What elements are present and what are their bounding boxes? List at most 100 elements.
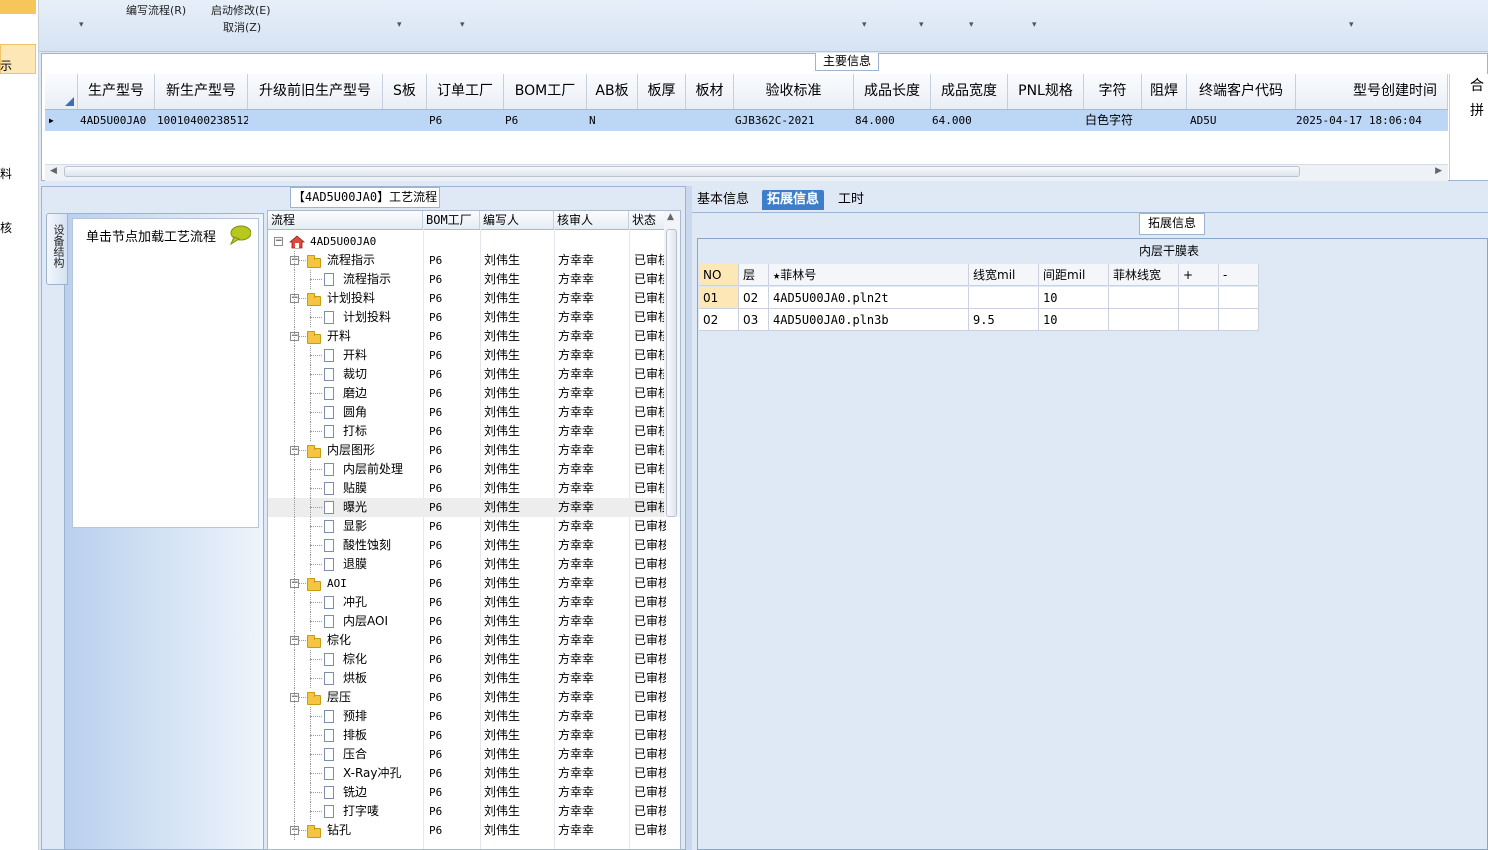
col-header[interactable]: 订单工厂 [427, 74, 504, 109]
tree-node-label[interactable]: 预排 [343, 707, 423, 726]
tree-folder-row[interactable]: −层压P6刘伟生方幸幸已审核 [268, 688, 666, 707]
material-cell[interactable] [688, 110, 734, 131]
chat-bubble-icon[interactable] [229, 225, 251, 245]
tree-folder-row[interactable]: −棕化P6刘伟生方幸幸已审核 [268, 631, 666, 650]
col-header[interactable]: 新生产型号 [155, 74, 248, 109]
tree-node-label[interactable]: 裁切 [343, 365, 423, 384]
tree-leaf-row[interactable]: 棕化 P6 刘伟生 方幸幸 已审核 [268, 650, 666, 669]
table-cell[interactable]: 4AD5U00JA0.pln2t [769, 287, 969, 309]
scroll-left-icon[interactable]: ◀ [50, 166, 57, 176]
col-header[interactable]: PNL规格 [1008, 74, 1084, 109]
table-cell[interactable]: 01 [699, 287, 739, 309]
tree-leaf-row[interactable]: 烘板 P6 刘伟生 方幸幸 已审核 [268, 669, 666, 688]
col-header[interactable]: 升级前旧生产型号 [248, 74, 383, 109]
col-header[interactable]: 板厚 [638, 74, 686, 109]
order-factory-cell[interactable]: P6 [429, 110, 504, 131]
tree-leaf-row[interactable]: 退膜 P6 刘伟生 方幸幸 已审核 [268, 555, 666, 574]
tree-leaf-row[interactable]: 曝光 P6 刘伟生 方幸幸 已审核 [268, 498, 666, 517]
tree-leaf-row[interactable]: 内层AOI P6 刘伟生 方幸幸 已审核 [268, 612, 666, 631]
table-cell[interactable] [1219, 287, 1259, 309]
bom-factory-cell[interactable]: P6 [505, 110, 587, 131]
tree-node-label[interactable]: 显影 [343, 517, 423, 536]
col-header[interactable]: 阻焊 [1142, 74, 1187, 109]
old-model-cell[interactable] [250, 110, 383, 131]
tree-node-label[interactable]: 酸性蚀刻 [343, 536, 423, 555]
tree-leaf-row[interactable]: 内层前处理 P6 刘伟生 方幸幸 已审核 [268, 460, 666, 479]
tree-leaf-row[interactable]: 显影 P6 刘伟生 方幸幸 已审核 [268, 517, 666, 536]
tree-leaf-row[interactable]: 冲孔 P6 刘伟生 方幸幸 已审核 [268, 593, 666, 612]
tree-leaf-row[interactable]: 打字唛 P6 刘伟生 方幸幸 已审核 [268, 802, 666, 821]
nav-item-label-3[interactable]: 核 [0, 219, 36, 236]
table-header-cell[interactable]: 层 [739, 264, 769, 286]
tree-node-label[interactable]: 压合 [343, 745, 423, 764]
col-header[interactable]: S板 [383, 74, 427, 109]
device-structure-tab[interactable]: 设备结构 [46, 213, 68, 285]
tree-col-header[interactable]: 编写人 [480, 211, 554, 229]
tree-node-label[interactable]: 棕化 [327, 631, 423, 650]
table-cell[interactable]: 02 [739, 287, 769, 309]
tree-folder-row[interactable]: −流程指示P6刘伟生方幸幸已审核 [268, 251, 666, 270]
panel-splitter[interactable] [686, 186, 692, 850]
table-cell[interactable]: 9.5 [969, 309, 1039, 331]
tree-leaf-row[interactable]: 预排 P6 刘伟生 方幸幸 已审核 [268, 707, 666, 726]
tree-leaf-row[interactable]: 铣边 P6 刘伟生 方幸幸 已审核 [268, 783, 666, 802]
table-cell[interactable] [1219, 309, 1259, 331]
table-header-cell[interactable]: + [1179, 264, 1219, 286]
tree-node-label[interactable]: 排板 [343, 726, 423, 745]
tree-node-label[interactable]: 磨边 [343, 384, 423, 403]
new-model-cell[interactable]: 10010400238512 [157, 110, 248, 131]
standard-cell[interactable]: GJB362C-2021 [735, 110, 854, 131]
s-board-cell[interactable] [385, 110, 427, 131]
dropdown-arrow-icon[interactable]: ▾ [919, 20, 924, 30]
col-header[interactable]: 合拼 [1470, 74, 1488, 119]
ab-board-cell[interactable]: N [589, 110, 638, 131]
tree-folder-row[interactable]: −内层图形P6刘伟生方幸幸已审核 [268, 441, 666, 460]
table-header-cell[interactable]: 间距mil [1039, 264, 1109, 286]
collapse-icon[interactable]: − [274, 237, 283, 246]
col-header[interactable]: AB板 [587, 74, 638, 109]
tree-leaf-row[interactable]: 开料 P6 刘伟生 方幸幸 已审核 [268, 346, 666, 365]
dropdown-arrow-icon[interactable]: ▾ [969, 20, 974, 30]
write-flow-button[interactable]: 编写流程(R) [126, 2, 186, 18]
col-header[interactable]: 验收标准 [734, 74, 854, 109]
solder-cell[interactable] [1143, 110, 1187, 131]
width-cell[interactable]: 64.000 [932, 110, 1008, 131]
col-header[interactable]: 板材 [686, 74, 734, 109]
prod-model-cell[interactable]: 4AD5U00JA0 [80, 110, 155, 131]
scrollbar-thumb[interactable] [64, 166, 1300, 177]
tree-leaf-row[interactable]: 排板 P6 刘伟生 方幸幸 已审核 [268, 726, 666, 745]
table-row[interactable]: ▶ 4AD5U00JA0 10010400238512 P6 P6 N GJB3… [45, 110, 1448, 131]
tree-folder-row[interactable]: −AOIP6刘伟生方幸幸已审核 [268, 574, 666, 593]
table-header-cell[interactable]: - [1219, 264, 1259, 286]
tree-col-header[interactable]: 流程 [268, 211, 423, 229]
tree-leaf-row[interactable]: 裁切 P6 刘伟生 方幸幸 已审核 [268, 365, 666, 384]
customer-code-cell[interactable]: AD5U [1190, 110, 1296, 131]
tree-folder-row[interactable]: −开料P6刘伟生方幸幸已审核 [268, 327, 666, 346]
table-header-cell[interactable]: NO [699, 264, 739, 286]
tree-node-label[interactable]: X-Ray冲孔 [343, 764, 423, 783]
tree-node-label[interactable]: 计划投料 [343, 308, 423, 327]
tree-node-label[interactable]: 开料 [327, 327, 423, 346]
table-cell[interactable]: 03 [739, 309, 769, 331]
tree-node-label[interactable]: 内层AOI [343, 612, 423, 631]
scroll-up-icon[interactable]: ▲ [667, 212, 674, 222]
tree-col-header[interactable]: 状态 [629, 211, 666, 229]
tree-node-label[interactable]: 流程指示 [327, 251, 423, 270]
dropdown-arrow-icon[interactable]: ▾ [1349, 20, 1354, 30]
dropdown-arrow-icon[interactable]: ▾ [79, 20, 84, 30]
tree-node-label[interactable]: 铣边 [343, 783, 423, 802]
col-header[interactable]: 终端客户代码 [1187, 74, 1296, 109]
tab-basic-info[interactable]: 基本信息 [692, 190, 754, 210]
tree-node-label[interactable]: 棕化 [343, 650, 423, 669]
nav-item-label-2[interactable]: 料 [0, 165, 36, 182]
scroll-right-icon[interactable]: ▶ [1435, 166, 1442, 176]
tree-leaf-row[interactable]: 酸性蚀刻 P6 刘伟生 方幸幸 已审核 [268, 536, 666, 555]
tree-node-label[interactable]: 流程指示 [343, 270, 423, 289]
tree-node-label[interactable]: 打标 [343, 422, 423, 441]
tree-col-header[interactable]: BOM工厂 [423, 211, 480, 229]
process-flow-tree[interactable]: 流程 BOM工厂 编写人 核审人 状态 − 4AD5U00JA0− 流程指示 P6 刘伟… [267, 210, 681, 850]
col-header[interactable]: 字符 [1084, 74, 1142, 109]
tree-node-label[interactable]: 内层图形 [327, 441, 423, 460]
tree-node-label[interactable]: 冲孔 [343, 593, 423, 612]
table-cell[interactable] [969, 287, 1039, 309]
